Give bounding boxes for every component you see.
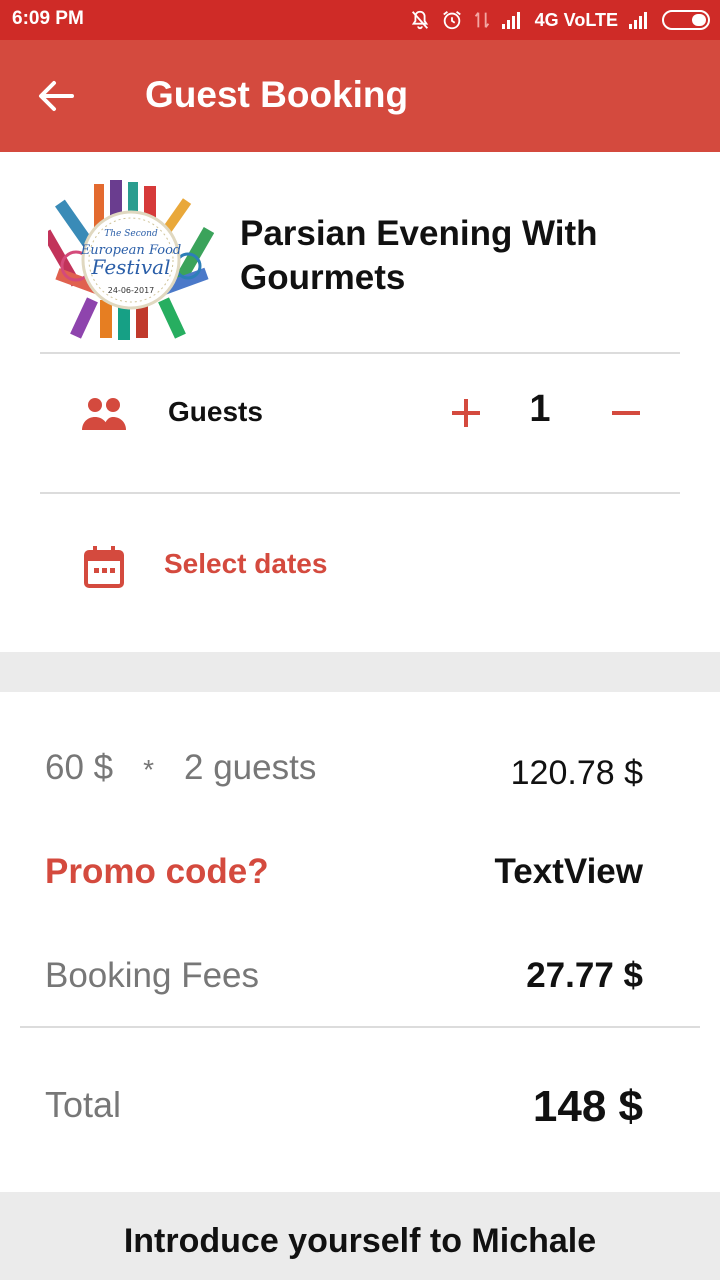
guests-label: Guests (168, 396, 263, 427)
increment-guests-button[interactable] (446, 390, 486, 436)
battery-icon (662, 10, 710, 30)
signal-icon (501, 10, 525, 30)
promo-code-link[interactable]: Promo code? (45, 852, 269, 892)
svg-text:The Second: The Second (104, 229, 158, 239)
event-logo: The Second European Food Festival 24-06-… (41, 180, 215, 340)
decrement-guests-button[interactable] (604, 390, 648, 436)
total-value: 148 $ (532, 1082, 643, 1131)
divider (40, 492, 680, 494)
back-button[interactable] (28, 70, 84, 122)
alarm-icon (441, 9, 463, 31)
unit-price: 60 $ (45, 748, 114, 787)
svg-text:24-06-2017: 24-06-2017 (108, 286, 155, 295)
arrow-left-icon (39, 81, 74, 111)
app-bar: Guest Booking (0, 40, 720, 152)
status-bar: 6:09 PM 4G VoLTE (0, 0, 720, 40)
total-label: Total (45, 1084, 122, 1125)
multiply-sign: * (143, 754, 155, 785)
guest-count: 1 (529, 388, 551, 430)
plus-icon (452, 399, 480, 427)
calendar-icon[interactable] (84, 546, 124, 588)
subtotal-value: 120.78 $ (510, 754, 643, 792)
people-icon (80, 396, 128, 432)
signal-icon (628, 10, 652, 30)
introduce-yourself-heading: Introduce yourself to Michale (123, 1222, 597, 1260)
svg-text:Festival: Festival (91, 255, 171, 279)
booking-fees-value: 27.77 $ (526, 956, 643, 995)
divider (20, 1026, 700, 1028)
data-transfer-icon (473, 9, 491, 31)
booking-fees-label: Booking Fees (45, 956, 260, 995)
promo-code-value: TextView (494, 852, 644, 891)
status-time: 6:09 PM (12, 8, 84, 29)
page-title: Guest Booking (145, 74, 409, 115)
status-icons: 4G VoLTE (409, 7, 710, 33)
select-dates-link[interactable]: Select dates (164, 548, 327, 580)
network-label: 4G VoLTE (534, 9, 618, 30)
guests-count-text: 2 guests (184, 748, 317, 787)
price-calculation: 60 $ * 2 guests (45, 748, 316, 788)
minus-icon (612, 411, 640, 415)
mute-icon (409, 9, 431, 31)
section-separator (0, 652, 720, 692)
event-title: Parsian Evening With Gourmets (240, 214, 598, 297)
divider (40, 352, 680, 354)
